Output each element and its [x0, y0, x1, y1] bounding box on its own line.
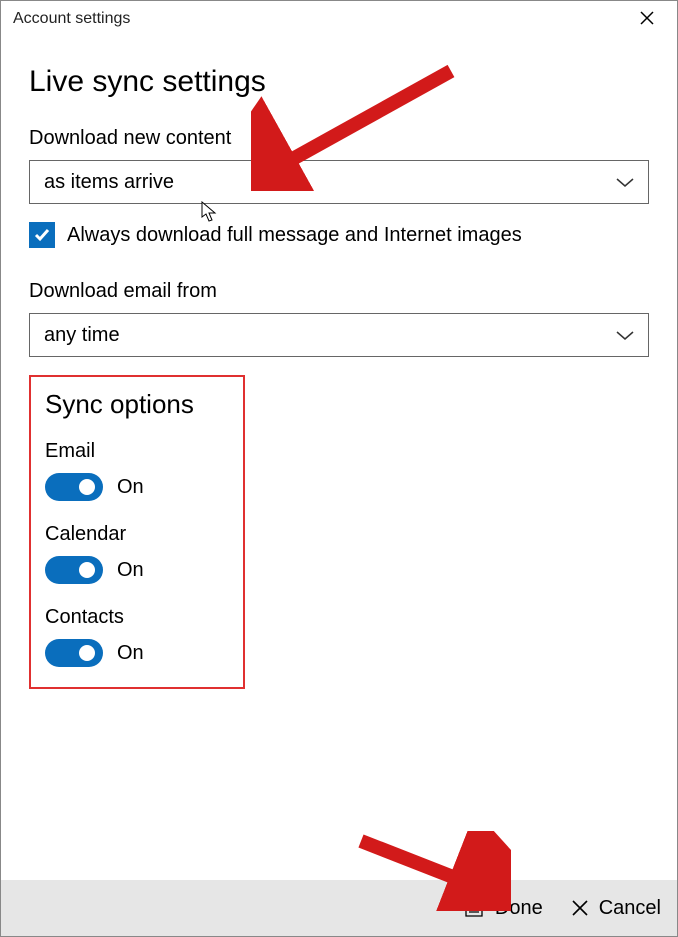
sync-email-toggle[interactable] [45, 473, 103, 501]
download-new-content-label: Download new content [29, 127, 649, 150]
full-message-checkbox[interactable] [29, 222, 55, 248]
close-icon [640, 9, 654, 30]
page-heading: Live sync settings [29, 65, 649, 99]
cancel-label: Cancel [599, 897, 661, 920]
done-label: Done [495, 897, 543, 920]
sync-contacts-label: Contacts [45, 606, 229, 629]
footer-bar: Done Cancel [1, 880, 677, 936]
window-title: Account settings [13, 10, 130, 28]
sync-calendar-state: On [117, 559, 144, 582]
sync-options-heading: Sync options [45, 389, 229, 420]
titlebar: Account settings [1, 1, 677, 37]
sync-email-state: On [117, 476, 144, 499]
sync-contacts-state: On [117, 642, 144, 665]
sync-calendar-group: Calendar On [45, 523, 229, 584]
content-area: Live sync settings Download new content … [1, 37, 677, 689]
checkmark-icon [33, 226, 51, 244]
chevron-down-icon [616, 172, 634, 193]
sync-contacts-group: Contacts On [45, 606, 229, 667]
full-message-checkbox-label: Always download full message and Interne… [67, 224, 522, 247]
download-new-content-value: as items arrive [44, 171, 174, 194]
sync-calendar-label: Calendar [45, 523, 229, 546]
cancel-button[interactable]: Cancel [571, 897, 661, 920]
sync-email-label: Email [45, 440, 229, 463]
close-button[interactable] [627, 3, 667, 35]
download-new-content-select[interactable]: as items arrive [29, 160, 649, 204]
sync-options-section: Sync options Email On Calendar On Contac… [29, 375, 245, 689]
download-email-from-label: Download email from [29, 280, 649, 303]
full-message-checkbox-row[interactable]: Always download full message and Interne… [29, 222, 649, 248]
sync-email-group: Email On [45, 440, 229, 501]
download-email-from-select[interactable]: any time [29, 313, 649, 357]
sync-contacts-toggle[interactable] [45, 639, 103, 667]
cancel-icon [571, 899, 589, 917]
chevron-down-icon [616, 325, 634, 346]
sync-calendar-toggle[interactable] [45, 556, 103, 584]
save-icon [463, 897, 485, 919]
download-email-from-value: any time [44, 324, 120, 347]
done-button[interactable]: Done [463, 897, 543, 920]
